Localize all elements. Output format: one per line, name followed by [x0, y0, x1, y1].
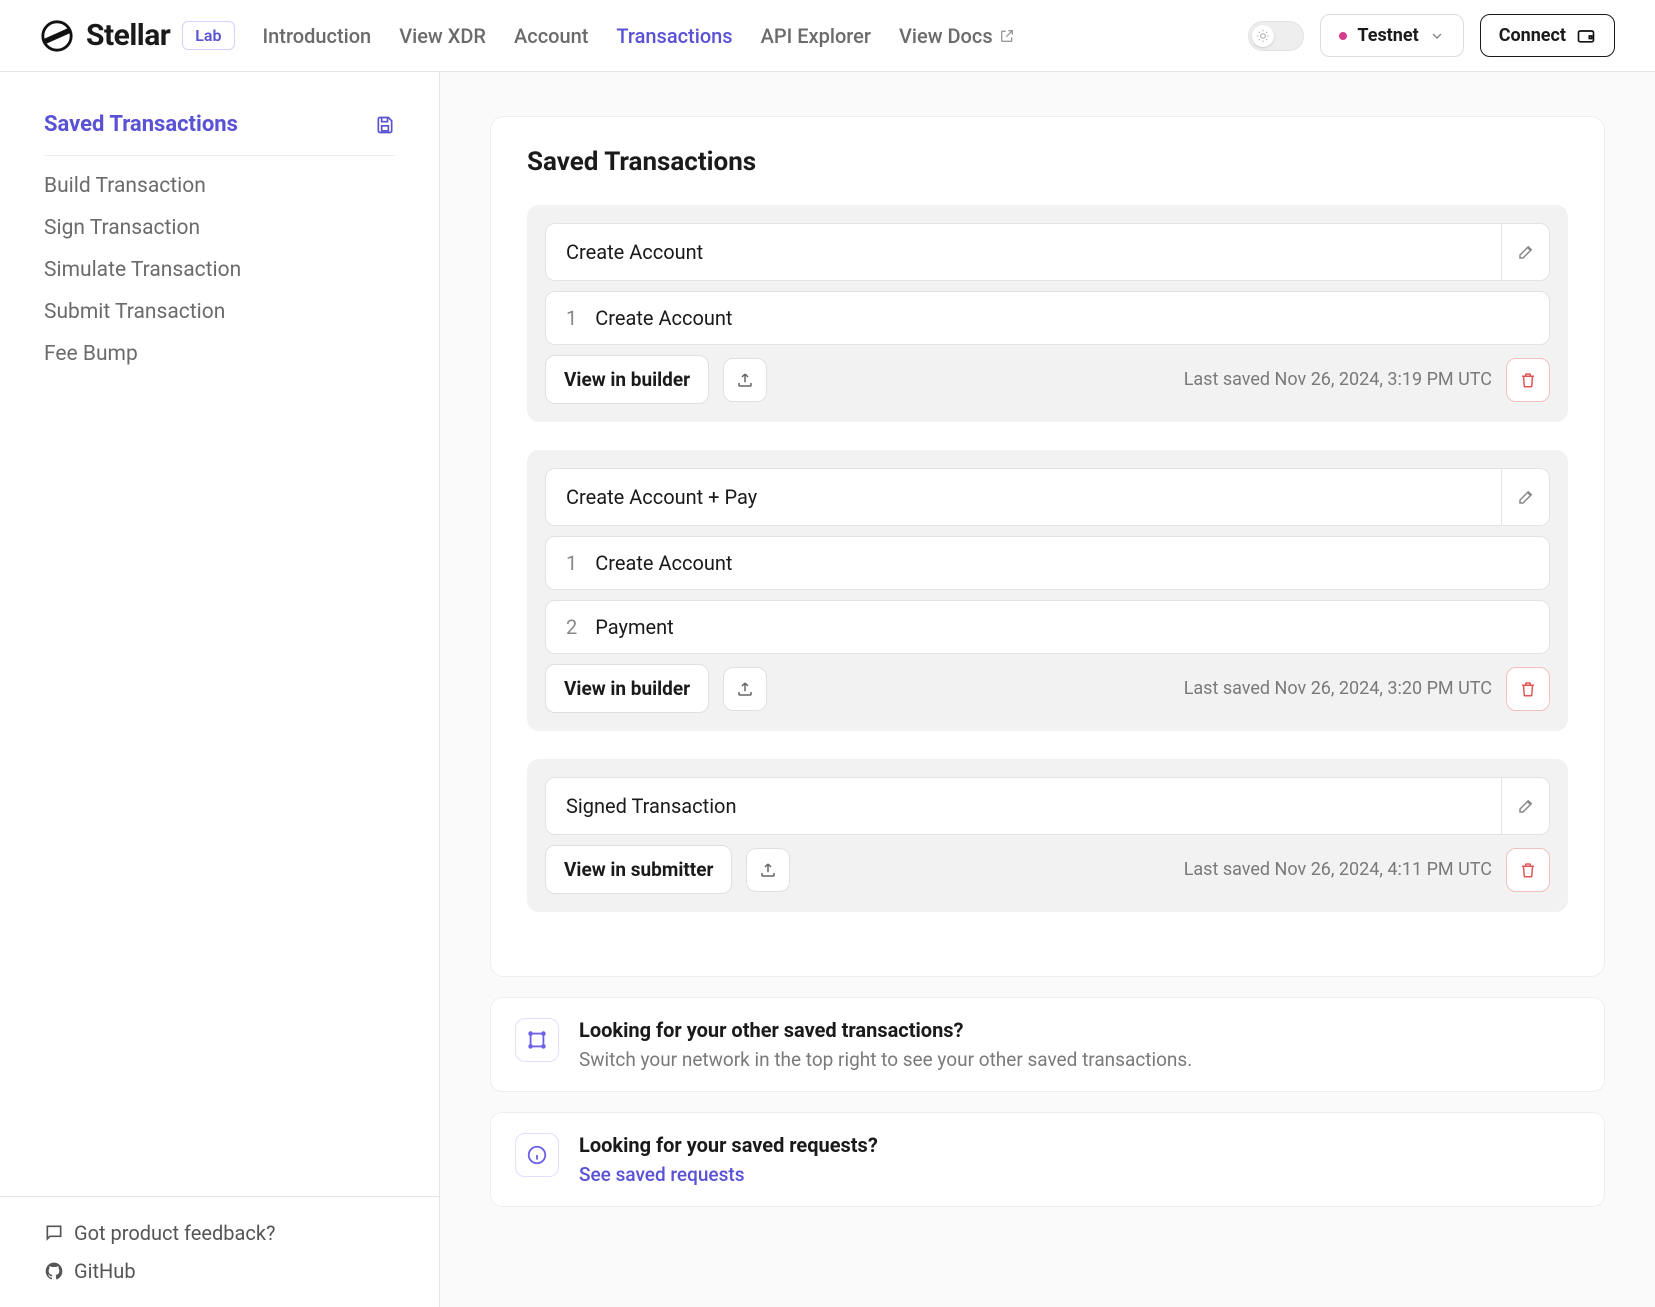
info-title: Looking for your saved requests?	[579, 1133, 878, 1157]
info-saved-requests: Looking for your saved requests? See sav…	[490, 1112, 1605, 1207]
chevron-down-icon	[1429, 28, 1445, 44]
sun-icon	[1252, 25, 1274, 47]
nav-item-label: API Explorer	[761, 24, 871, 48]
feedback-link[interactable]: Got product feedback?	[44, 1221, 395, 1245]
nav-item-view-xdr[interactable]: View XDR	[399, 24, 486, 48]
sidebar-footer: Got product feedback? GitHub	[0, 1196, 439, 1307]
share-button[interactable]	[746, 848, 790, 892]
trash-icon	[1519, 371, 1537, 389]
stellar-logo-icon	[40, 19, 74, 53]
github-icon	[44, 1261, 64, 1281]
last-saved-timestamp: Last saved Nov 26, 2024, 3:20 PM UTC	[1184, 678, 1492, 699]
lab-badge: Lab	[182, 21, 234, 50]
page-title: Saved Transactions	[527, 147, 1568, 177]
info-icon	[515, 1133, 559, 1177]
edit-name-button[interactable]	[1502, 468, 1550, 526]
nav-item-account[interactable]: Account	[514, 24, 588, 48]
connect-label: Connect	[1499, 25, 1566, 46]
sidebar-item-build-transaction[interactable]: Build Transaction	[44, 174, 395, 198]
share-button[interactable]	[723, 667, 767, 711]
github-label: GitHub	[74, 1259, 136, 1283]
logo[interactable]: Stellar Lab	[40, 18, 235, 53]
edit-icon	[1517, 797, 1535, 815]
network-icon	[515, 1018, 559, 1062]
trash-icon	[1519, 680, 1537, 698]
operation-row: 1 Create Account	[545, 291, 1550, 345]
network-status-icon	[1339, 32, 1347, 40]
operation-label: Payment	[595, 615, 673, 639]
nav-item-introduction[interactable]: Introduction	[263, 24, 372, 48]
info-text: Switch your network in the top right to …	[579, 1048, 1192, 1071]
nav-item-label: Account	[514, 24, 588, 48]
primary-nav: Introduction View XDR Account Transactions A…	[263, 24, 1015, 48]
wallet-icon	[1576, 26, 1596, 46]
share-icon	[736, 680, 754, 698]
edit-name-button[interactable]	[1502, 223, 1550, 281]
saved-transactions-card: Saved Transactions Create Account1Create…	[490, 116, 1605, 977]
main-content: Saved Transactions Create Account1Create…	[440, 72, 1655, 1307]
message-icon	[44, 1223, 64, 1243]
feedback-label: Got product feedback?	[74, 1221, 275, 1245]
operation-row: 1 Create Account	[545, 536, 1550, 590]
delete-button[interactable]	[1506, 848, 1550, 892]
view-in-builder-button[interactable]: View in builder	[545, 664, 709, 713]
view-in-builder-button[interactable]: View in builder	[545, 355, 709, 404]
transaction-card: Signed Transaction View in submitter Last …	[527, 759, 1568, 912]
brand-name: Stellar	[86, 18, 170, 53]
delete-button[interactable]	[1506, 358, 1550, 402]
external-link-icon	[999, 28, 1015, 44]
nav-item-label: Transactions	[616, 24, 732, 48]
save-icon[interactable]	[375, 115, 395, 135]
sidebar-list: Build Transaction Sign Transaction Simulat…	[44, 174, 395, 366]
operation-label: Create Account	[595, 551, 732, 575]
nav-item-view-docs[interactable]: View Docs	[899, 24, 1015, 48]
edit-name-button[interactable]	[1502, 777, 1550, 835]
edit-icon	[1517, 243, 1535, 261]
nav-item-transactions[interactable]: Transactions	[616, 24, 732, 48]
sidebar-item-sign-transaction[interactable]: Sign Transaction	[44, 216, 395, 240]
view-in-submitter-button[interactable]: View in submitter	[545, 845, 732, 894]
last-saved-timestamp: Last saved Nov 26, 2024, 4:11 PM UTC	[1184, 859, 1492, 880]
delete-button[interactable]	[1506, 667, 1550, 711]
sidebar: Saved Transactions Build Transaction Sign…	[0, 72, 440, 1307]
share-icon	[759, 861, 777, 879]
sidebar-title[interactable]: Saved Transactions	[44, 112, 238, 137]
operation-label: Create Account	[595, 306, 732, 330]
sidebar-item-submit-transaction[interactable]: Submit Transaction	[44, 300, 395, 324]
info-title: Looking for your other saved transaction…	[579, 1018, 1192, 1042]
header: Stellar Lab Introduction View XDR Account T…	[0, 0, 1655, 72]
trash-icon	[1519, 861, 1537, 879]
header-right: Testnet Connect	[1248, 14, 1615, 57]
share-icon	[736, 371, 754, 389]
nav-item-api-explorer[interactable]: API Explorer	[761, 24, 871, 48]
edit-icon	[1517, 488, 1535, 506]
operation-index: 2	[566, 615, 577, 639]
network-label: Testnet	[1357, 25, 1418, 46]
sidebar-item-simulate-transaction[interactable]: Simulate Transaction	[44, 258, 395, 282]
theme-toggle[interactable]	[1248, 21, 1304, 51]
nav-item-label: Introduction	[263, 24, 372, 48]
see-saved-requests-link[interactable]: See saved requests	[579, 1163, 878, 1186]
transaction-card: Create Account 1 Create Account View in bui…	[527, 205, 1568, 422]
nav-item-label: View Docs	[899, 24, 993, 48]
last-saved-timestamp: Last saved Nov 26, 2024, 3:19 PM UTC	[1184, 369, 1492, 390]
operation-index: 1	[566, 551, 577, 575]
nav-item-label: View XDR	[399, 24, 486, 48]
transaction-card: Create Account + Pay 1 Create Account 2 Paym…	[527, 450, 1568, 731]
share-button[interactable]	[723, 358, 767, 402]
transaction-name[interactable]: Create Account	[545, 223, 1502, 281]
transaction-name[interactable]: Create Account + Pay	[545, 468, 1502, 526]
info-other-networks: Looking for your other saved transaction…	[490, 997, 1605, 1092]
sidebar-item-fee-bump[interactable]: Fee Bump	[44, 342, 395, 366]
network-selector[interactable]: Testnet	[1320, 14, 1463, 57]
connect-button[interactable]: Connect	[1480, 14, 1615, 57]
operation-row: 2 Payment	[545, 600, 1550, 654]
github-link[interactable]: GitHub	[44, 1259, 395, 1283]
operation-index: 1	[566, 306, 577, 330]
transaction-name[interactable]: Signed Transaction	[545, 777, 1502, 835]
